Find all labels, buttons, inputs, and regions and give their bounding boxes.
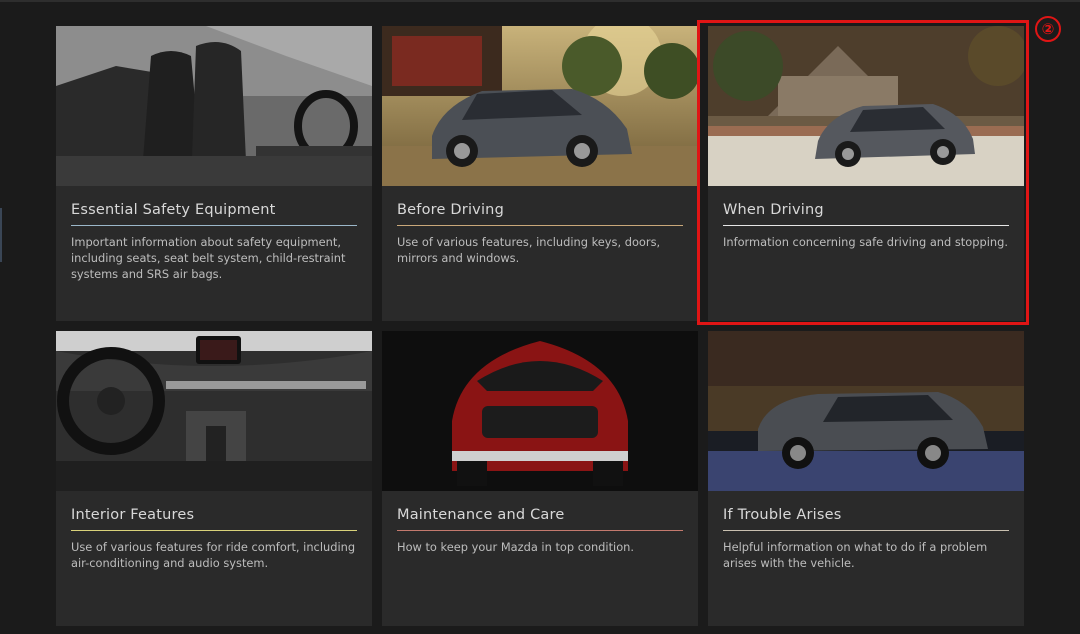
card-title: Maintenance and Care (397, 507, 565, 523)
card-title: When Driving (723, 202, 824, 218)
card-description: Information concerning safe driving and … (723, 235, 1008, 249)
card-description: Use of various features for ride comfort… (71, 540, 356, 570)
card-if-trouble-arises[interactable]: If Trouble Arises Helpful information on… (708, 331, 1024, 626)
card-title: Interior Features (71, 507, 195, 523)
title-underline (71, 225, 357, 226)
title-underline (723, 530, 1009, 531)
title-underline (397, 530, 683, 531)
card-before-driving[interactable]: Before Driving Use of various features, … (382, 26, 698, 321)
scroll-indicator (0, 208, 2, 262)
card-description: Use of various features, including keys,… (397, 235, 661, 265)
card-interior-features[interactable]: Interior Features Use of various feature… (56, 331, 372, 626)
card-title: Essential Safety Equipment (71, 202, 276, 218)
red-suv-front-image (382, 331, 698, 491)
card-title: Before Driving (397, 202, 504, 218)
title-underline (397, 225, 683, 226)
annotation-marker: ② (1035, 16, 1061, 42)
title-underline (71, 530, 357, 531)
card-description: How to keep your Mazda in top condition. (397, 540, 635, 554)
title-underline (723, 225, 1009, 226)
car-seats-interior-image (56, 26, 372, 186)
suv-parked-outdoors-image (382, 26, 698, 186)
card-title: If Trouble Arises (723, 507, 842, 523)
suv-driving-street-image (708, 26, 1024, 186)
card-maintenance-and-care[interactable]: Maintenance and Care How to keep your Ma… (382, 331, 698, 626)
dashboard-steering-wheel-image (56, 331, 372, 491)
card-essential-safety-equipment[interactable]: Essential Safety Equipment Important inf… (56, 26, 372, 321)
top-border (0, 0, 1080, 2)
card-when-driving[interactable]: When Driving Information concerning safe… (708, 26, 1024, 321)
suv-side-night-image (708, 331, 1024, 491)
card-description: Helpful information on what to do if a p… (723, 540, 988, 570)
card-description: Important information about safety equip… (71, 235, 346, 281)
